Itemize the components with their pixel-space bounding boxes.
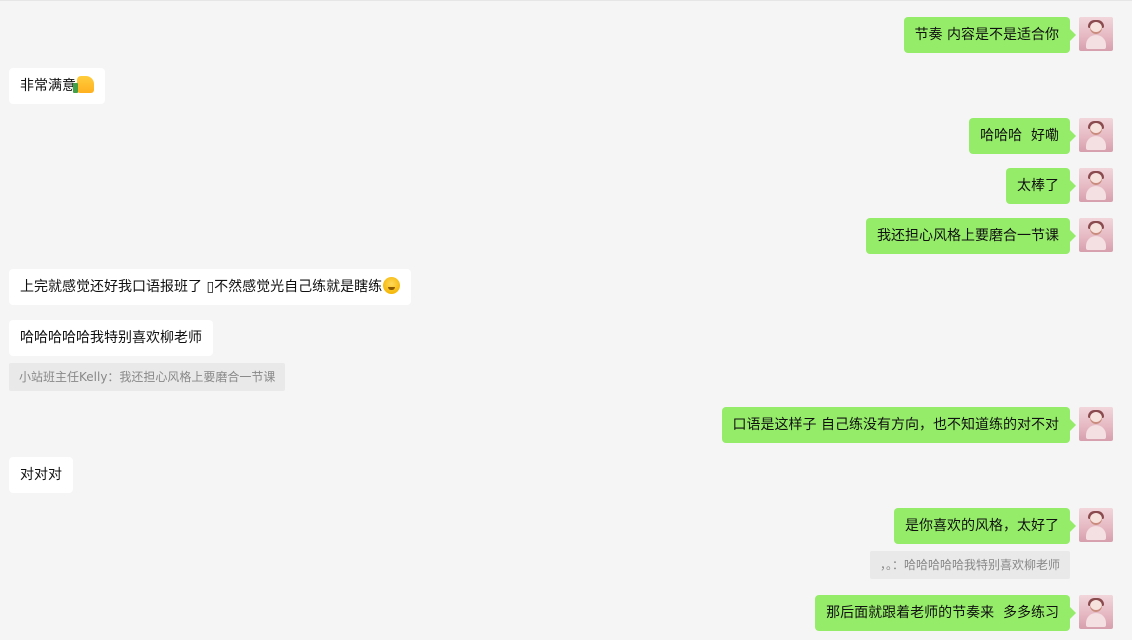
message-row: 节奏 内容是不是适合你 (903, 17, 1077, 53)
my-message-bubble[interactable]: 太棒了 (1006, 168, 1076, 204)
avatar-body (1086, 613, 1106, 627)
my-message-bubble[interactable]: 口语是这样子 自己练没有方向，也不知道练的对不对 (721, 407, 1077, 443)
avatar-body (1086, 186, 1106, 200)
avatar-body (1086, 526, 1106, 540)
avatar-body (1086, 425, 1106, 439)
message-row: 我还担心风格上要磨合一节课 (866, 218, 1076, 254)
message-text: 对对对 (20, 467, 62, 483)
message-row: 哈哈哈哈哈我特别喜欢柳老师 (9, 320, 213, 356)
avatar-head (1090, 22, 1102, 34)
thumbs-up-emoji-icon (73, 75, 94, 93)
message-row: 非常满意 (9, 68, 105, 104)
message-text: 那后面就跟着老师的节奏来 多多练习 (826, 605, 1059, 621)
message-text: 哈哈哈 好嘞 (980, 128, 1059, 144)
user-avatar[interactable] (1079, 218, 1113, 252)
their-message-bubble[interactable]: 哈哈哈哈哈我特别喜欢柳老师 (9, 320, 213, 356)
message-row: 是你喜欢的风格，太好了 (894, 508, 1076, 544)
user-avatar[interactable] (1079, 595, 1113, 629)
user-avatar[interactable] (1079, 508, 1113, 542)
avatar-body (1086, 136, 1106, 150)
avatar-head (1090, 513, 1102, 525)
their-message-bubble[interactable]: 对对对 (9, 457, 73, 493)
message-text: 口语是这样子 自己练没有方向，也不知道练的对不对 (732, 417, 1059, 433)
chat-message-area: 节奏 内容是不是适合你 非常满意 哈哈哈 好嘞 太棒了 我还担心风格上要磨合一节… (0, 0, 1132, 640)
avatar-head (1090, 223, 1102, 235)
sweat-smile-emoji-icon (383, 276, 401, 294)
message-text: 上完就感觉还好我口语报班了 ▯不然感觉光自己练就是瞎练 (20, 279, 383, 295)
quote-text: 小站班主任Kelly：我还担心风格上要磨合一节课 (19, 370, 276, 384)
avatar-head (1090, 600, 1102, 612)
message-row: 上完就感觉还好我口语报班了 ▯不然感觉光自己练就是瞎练 (9, 269, 412, 305)
message-text: 我还担心风格上要磨合一节课 (877, 228, 1059, 244)
their-message-bubble[interactable]: 上完就感觉还好我口语报班了 ▯不然感觉光自己练就是瞎练 (9, 269, 412, 305)
message-row: 对对对 (9, 457, 73, 493)
avatar-head (1090, 412, 1102, 424)
user-avatar[interactable] (1079, 17, 1113, 51)
message-text: 太棒了 (1017, 178, 1059, 194)
quote-text: ，。：哈哈哈哈哈我特别喜欢柳老师 (879, 558, 1060, 572)
quoted-message[interactable]: 小站班主任Kelly：我还担心风格上要磨合一节课 (9, 363, 286, 391)
avatar-head (1090, 123, 1102, 135)
avatar-body (1086, 35, 1106, 49)
message-row: 哈哈哈 好嘞 (969, 118, 1076, 154)
user-avatar[interactable] (1079, 407, 1113, 441)
my-message-bubble[interactable]: 节奏 内容是不是适合你 (903, 17, 1077, 53)
message-row: 口语是这样子 自己练没有方向，也不知道练的对不对 (721, 407, 1077, 443)
my-message-bubble[interactable]: 哈哈哈 好嘞 (969, 118, 1076, 154)
my-message-bubble[interactable]: 我还担心风格上要磨合一节课 (866, 218, 1076, 254)
message-text: 非常满意 (20, 78, 76, 94)
message-text: 哈哈哈哈哈我特别喜欢柳老师 (20, 330, 202, 346)
avatar-body (1086, 236, 1106, 250)
user-avatar[interactable] (1079, 168, 1113, 202)
their-message-bubble[interactable]: 非常满意 (9, 68, 105, 104)
message-row: 太棒了 (1006, 168, 1076, 204)
avatar-head (1090, 173, 1102, 185)
message-text: 是你喜欢的风格，太好了 (905, 518, 1059, 534)
user-avatar[interactable] (1079, 118, 1113, 152)
message-text: 节奏 内容是不是适合你 (914, 27, 1059, 43)
message-row: 那后面就跟着老师的节奏来 多多练习 (815, 595, 1076, 631)
my-message-bubble[interactable]: 那后面就跟着老师的节奏来 多多练习 (815, 595, 1076, 631)
my-message-bubble[interactable]: 是你喜欢的风格，太好了 (894, 508, 1076, 544)
quoted-message[interactable]: ，。：哈哈哈哈哈我特别喜欢柳老师 (869, 551, 1070, 579)
